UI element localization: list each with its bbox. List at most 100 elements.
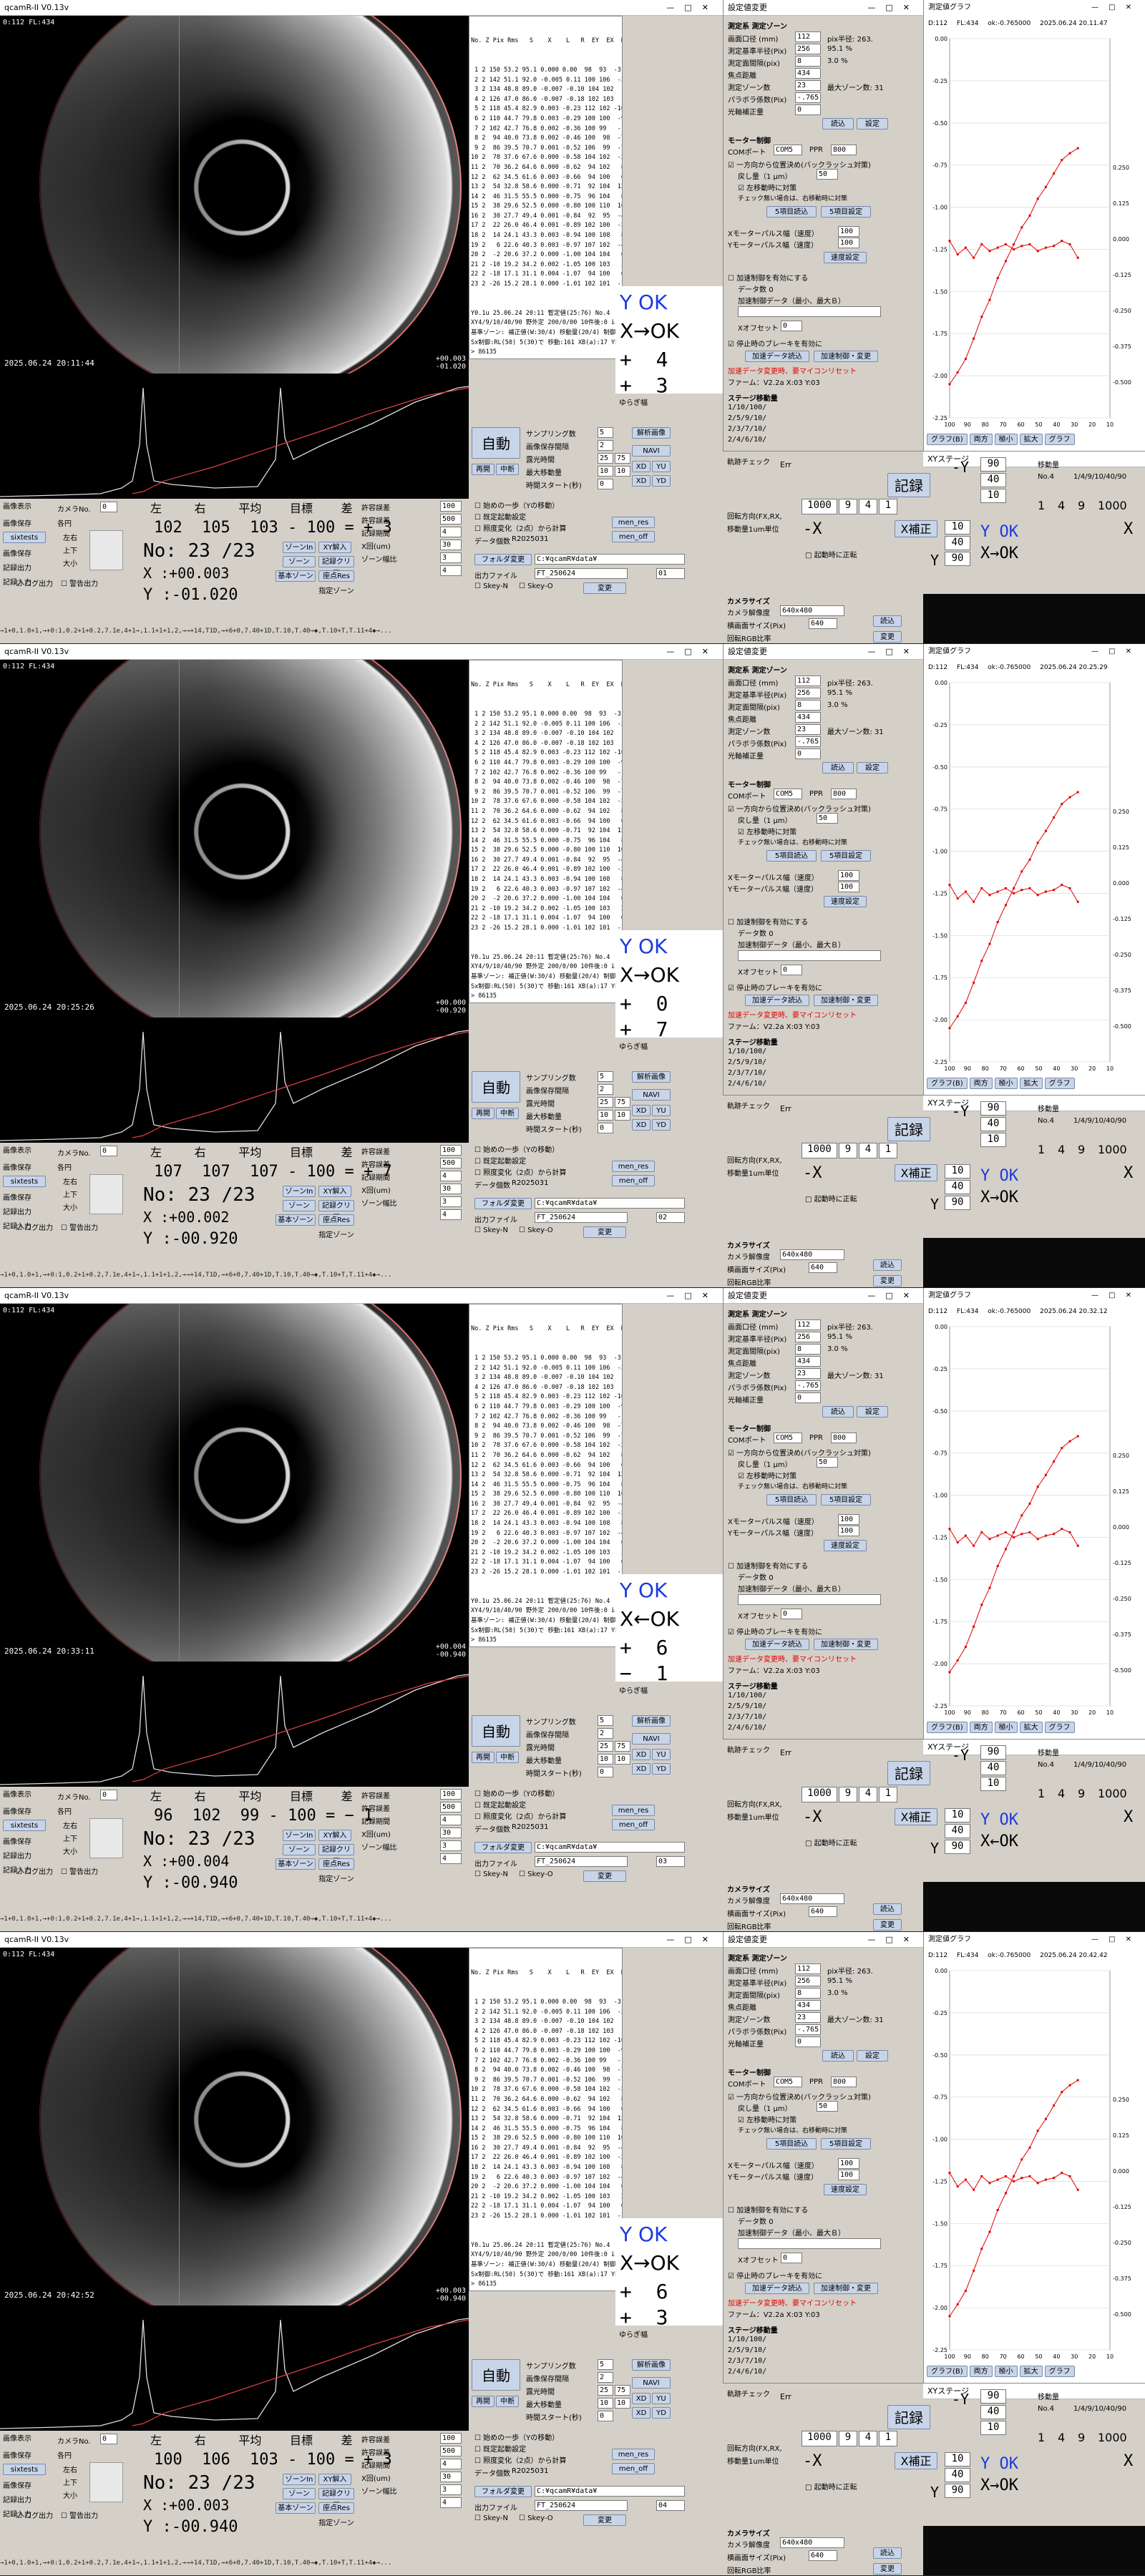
camera-change-button[interactable]: 変更	[873, 1275, 902, 1287]
specified-zone-label[interactable]: 指定ゾーン	[318, 586, 354, 597]
zone-table[interactable]: No. Z Pix Rms S X L R EY EX N 1 2 150 53…	[469, 1948, 623, 2291]
table-row[interactable]: 19 2 6 22.6 40.3 0.003 -0.97 107 102 -4 …	[471, 1529, 622, 1539]
table-row[interactable]: 9 2 86 39.5 70.7 0.001 -0.52 106 99 -7 -…	[471, 144, 622, 154]
men-off-button[interactable]: men_off	[612, 2463, 655, 2474]
table-row[interactable]: 6 2 110 44.7 79.8 0.003 -0.29 100 100 -9…	[471, 2046, 622, 2057]
zone-out-button[interactable]: ゾーンOut	[283, 2488, 316, 2509]
table-row[interactable]: 9 2 86 39.5 70.7 0.001 -0.52 106 99 -7 -…	[471, 1432, 622, 1442]
settings-set-button[interactable]: 設定	[857, 2050, 888, 2062]
settings-row-field[interactable]: 8	[795, 56, 821, 67]
table-row[interactable]: 21 2 -10 19.2 34.2 0.002 -1.05 100 103 3…	[471, 260, 622, 270]
settings-row-field[interactable]: 23	[795, 80, 821, 91]
table-row[interactable]: 5 2 118 45.4 82.9 0.003 -0.23 112 102 -1…	[471, 2036, 622, 2046]
settings-read-button[interactable]: 読込	[822, 2050, 854, 2062]
zone-ratio-field[interactable]: 3	[440, 552, 462, 563]
xy-right-value[interactable]: 1	[1038, 499, 1045, 512]
reverse-check[interactable]: □ 起動時に正転	[805, 549, 857, 560]
accel-set-button[interactable]: 加速制御・変更	[814, 995, 878, 1006]
warn-output-check[interactable]: ☐ 警告出力	[61, 577, 98, 588]
image-save-label[interactable]: 画像保存	[3, 517, 31, 528]
y-step-40[interactable]: 40	[980, 473, 1006, 487]
max-move-field[interactable]: 10	[598, 1754, 613, 1765]
graph-tab[interactable]: グラフ	[1044, 1722, 1075, 1733]
log-output-check[interactable]: ☑ ログ出力	[16, 1221, 53, 1232]
exposure-field-2[interactable]: 75	[615, 2385, 630, 2396]
allow-diff2-field[interactable]: 500	[440, 1802, 462, 1813]
log-output-check[interactable]: ☑ ログ出力	[16, 577, 53, 588]
table-row[interactable]: 14 2 46 31.5 55.5 0.000 -0.75 96 104 8 3…	[471, 1480, 622, 1491]
y-step-90[interactable]: 90	[980, 457, 1006, 472]
graph-tab[interactable]: グラフ(B)	[927, 2366, 968, 2377]
max-move-field-2[interactable]: 10	[615, 2398, 630, 2409]
table-row[interactable]: 9 2 86 39.5 70.7 0.001 -0.52 106 99 -7 -…	[471, 2076, 622, 2086]
folder-path-field[interactable]: C:¥qcamR¥data¥	[535, 1842, 685, 1853]
xy-right-value[interactable]: 9	[1078, 1143, 1085, 1156]
x-step-1[interactable]: 1	[879, 1787, 897, 1802]
y-pulse-field[interactable]: 100	[838, 882, 859, 892]
buffer-field[interactable]: 640	[809, 2550, 837, 2561]
settings-row-field[interactable]: 434	[795, 68, 821, 79]
five-set-button[interactable]: 5項目設定	[821, 850, 871, 862]
zone-in-button[interactable]: ゾーンIn	[283, 542, 316, 553]
table-row[interactable]: 19 2 6 22.6 40.3 0.003 -0.97 107 102 -4 …	[471, 2173, 622, 2183]
specified-zone-label[interactable]: 指定ゾーン	[318, 1230, 354, 1241]
table-row[interactable]: 11 2 70 36.2 64.6 0.000 -0.62 94 102 8 -…	[471, 807, 622, 817]
offset-field[interactable]: 0	[781, 321, 802, 331]
settings-read-button[interactable]: 読込	[822, 762, 854, 774]
camera-change-button[interactable]: 変更	[873, 1919, 902, 1931]
x-pulse-field[interactable]: 100	[838, 870, 859, 881]
table-row[interactable]: 22 2 -18 17.1 31.1 0.004 -1.07 94 100 6 …	[471, 2202, 622, 2212]
y-pulse-field[interactable]: 100	[838, 2170, 859, 2180]
accel-set-button[interactable]: 加速制御・変更	[814, 351, 878, 362]
xy-right-value[interactable]: 1000	[1098, 2431, 1127, 2444]
accel-set-button[interactable]: 加速制御・変更	[814, 1639, 878, 1650]
table-row[interactable]: 16 2 30 27.7 49.4 0.001 -0.84 92 95 -4 -…	[471, 2144, 622, 2154]
table-row[interactable]: 2 2 142 51.1 92.0 -0.005 0.11 100 106 -2…	[471, 720, 622, 730]
com-port-field[interactable]: COM5	[774, 1433, 802, 1443]
image-save-label-2[interactable]: 画像保存	[3, 1835, 31, 1846]
speed-set-button[interactable]: 速度設定	[824, 2184, 867, 2195]
folder-change-button[interactable]: フォルダ変更	[474, 554, 532, 565]
table-row[interactable]: 6 2 110 44.7 79.8 0.003 -0.29 100 100 -9…	[471, 758, 622, 769]
table-row[interactable]: 5 2 118 45.4 82.9 0.003 -0.23 112 102 -1…	[471, 104, 622, 114]
record-button[interactable]: 記録	[887, 1761, 930, 1785]
table-row[interactable]: 3 2 134 48.8 89.0 -0.007 -0.10 104 102 -…	[471, 729, 622, 739]
sampling-field[interactable]: 5	[598, 1715, 613, 1726]
folder-change-button[interactable]: フォルダ変更	[474, 1842, 532, 1853]
table-row[interactable]: 23 2 -26 15.2 28.1 0.000 -1.01 102 101 -…	[471, 2212, 622, 2222]
stop-button[interactable]: 中断	[496, 2396, 519, 2407]
settings-row-field[interactable]: -.765	[795, 1380, 821, 1391]
x-correct-button[interactable]: X補正	[895, 1164, 937, 1181]
rec-field[interactable]: 4	[440, 2497, 462, 2508]
table-row[interactable]: 7 2 102 42.7 76.8 0.002 -0.36 100 99 -1 …	[471, 2057, 622, 2067]
ppr-field[interactable]: 800	[831, 1433, 857, 1443]
speed-set-button[interactable]: 速度設定	[824, 252, 867, 263]
point-reset-button[interactable]: 座点Res	[318, 570, 354, 582]
graph-controls[interactable]: —□✕	[1091, 1288, 1141, 1304]
settings-row-field[interactable]: -.765	[795, 92, 821, 103]
left-move-check[interactable]: ☑ 左移動時に対策	[738, 1470, 796, 1480]
sixtests-button[interactable]: sixtests	[3, 1820, 46, 1831]
y-step-10b[interactable]: 10	[945, 1808, 970, 1823]
graph-tab[interactable]: グラフ	[1044, 434, 1075, 445]
yd-button[interactable]: YD	[652, 475, 671, 487]
table-row[interactable]: 22 2 -18 17.1 31.1 0.004 -1.07 94 100 6 …	[471, 1558, 622, 1568]
reverse-check[interactable]: □ 起動時に正転	[805, 1837, 857, 1848]
camera-read-button[interactable]: 読込	[873, 1903, 902, 1915]
display-button[interactable]: 解析画像	[632, 2359, 671, 2371]
table-row[interactable]: 3 2 134 48.8 89.0 -0.007 -0.10 104 102 -…	[471, 2017, 622, 2027]
image-display-label[interactable]: 画像表示	[3, 1790, 46, 1801]
zone-adjust-box[interactable]	[89, 2462, 123, 2502]
brake-check[interactable]: ☑ 停止時のブレーキを有効に	[728, 982, 822, 992]
table-row[interactable]: 17 2 22 26.0 46.4 0.001 -0.89 102 100 -2…	[471, 1509, 622, 1519]
window-controls[interactable]: —□✕	[666, 1932, 718, 1948]
window-controls[interactable]: —□✕	[666, 0, 718, 16]
settings-row-field[interactable]: 8	[795, 1344, 821, 1355]
sampling-field[interactable]: 5	[598, 427, 613, 438]
offset-field[interactable]: 0	[781, 2253, 802, 2263]
default-boot-check[interactable]: ☐ 既定起動設定	[474, 1155, 526, 1166]
skey-n-check[interactable]: ☐ Skey-N	[474, 582, 508, 590]
zone-adjust-box[interactable]	[89, 1174, 123, 1214]
men-res-button[interactable]: men_res	[612, 2449, 655, 2460]
y-step-40[interactable]: 40	[980, 2405, 1006, 2419]
